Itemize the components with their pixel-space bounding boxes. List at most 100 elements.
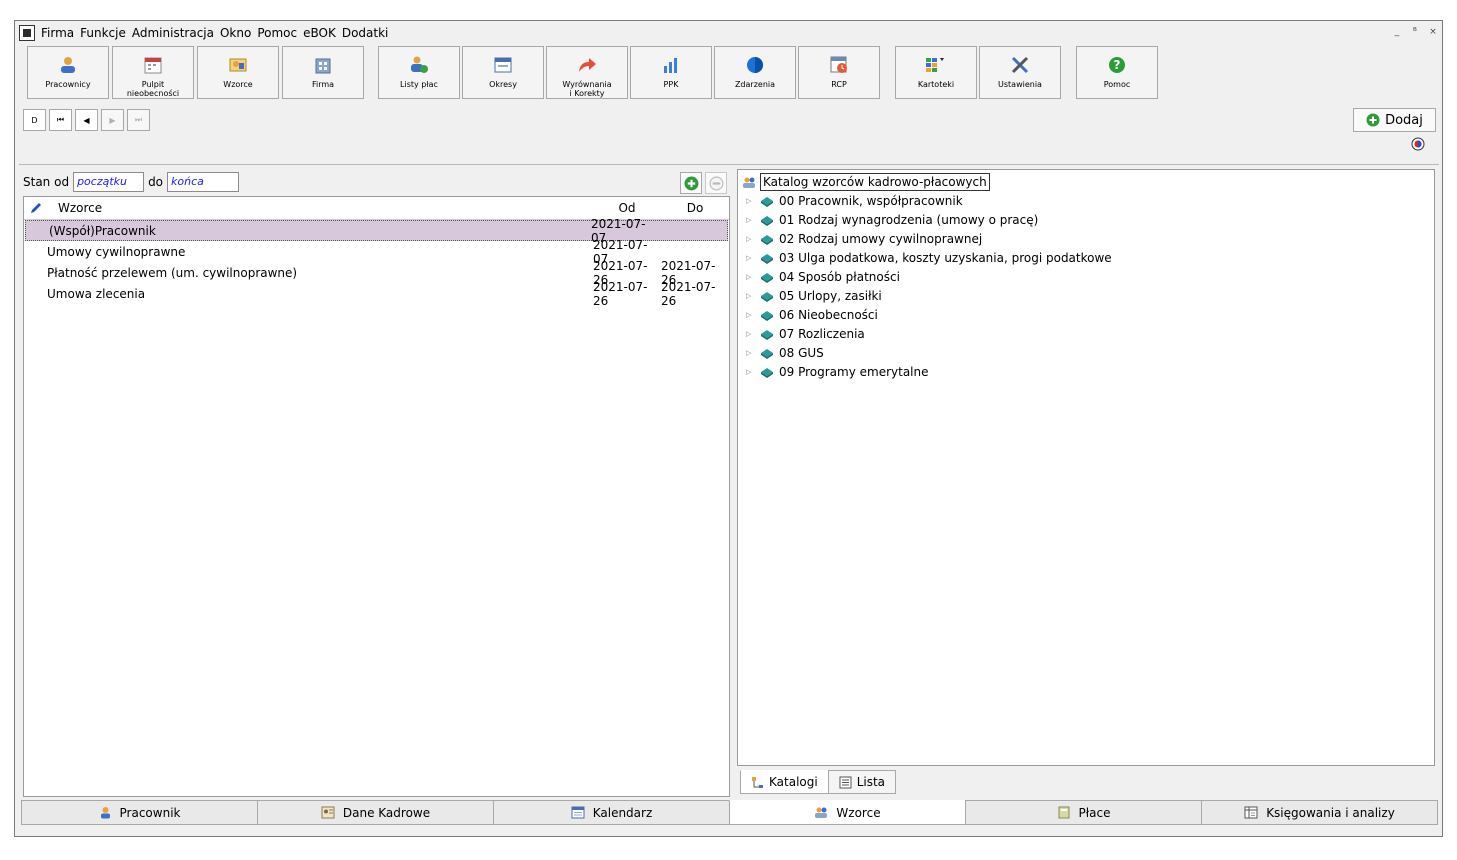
expand-arrow-icon[interactable]: ▷ — [746, 349, 760, 357]
toolbar-pulpit-button[interactable]: Pulpit nieobecności — [112, 46, 194, 99]
menu-pomoc[interactable]: Pomoc — [257, 26, 297, 40]
toolbar-label: PPK — [663, 80, 679, 89]
menu-dodatki[interactable]: Dodatki — [342, 26, 389, 40]
toolbar-label: Pomoc — [1103, 80, 1131, 89]
toolbar-label: Okresy — [489, 80, 517, 89]
toolbar-listy-plac-button[interactable]: Listy płac — [378, 46, 460, 99]
toolbar-pomoc-button[interactable]: ? Pomoc — [1076, 46, 1158, 99]
tree-item[interactable]: ▷ 03 Ulga podatkowa, koszty uzyskania, p… — [746, 248, 1112, 267]
nav-first-button[interactable]: ⏮ — [49, 109, 72, 131]
table-row[interactable]: Umowa zlecenia 2021-07-26 2021-07-26 — [24, 280, 729, 308]
tree-item[interactable]: ▷ 06 Nieobecności — [746, 305, 878, 324]
book-icon — [761, 329, 773, 340]
add-button[interactable]: Dodaj — [1353, 108, 1436, 132]
main-toolbar: Pracownicy Pulpit nieobecności Wzorce Fi… — [27, 46, 1227, 100]
toolbar-ppk-button[interactable]: PPK — [630, 46, 712, 99]
toolbar-rcp-button[interactable]: RCP — [798, 46, 880, 99]
expand-arrow-icon[interactable]: ▷ — [746, 216, 760, 224]
nav-last-button[interactable]: ⏭ — [127, 109, 150, 131]
book-icon — [761, 310, 773, 321]
payroll-icon — [408, 54, 430, 76]
expand-arrow-icon[interactable]: ▷ — [746, 311, 760, 319]
catalog-view-tabs: Katalogi Lista — [740, 770, 897, 794]
menu-administracja[interactable]: Administracja — [132, 26, 214, 40]
calculator-icon — [1058, 806, 1069, 819]
toolbar-label: Listy płac — [400, 80, 438, 89]
tab-lista[interactable]: Lista — [827, 770, 897, 794]
toolbar-kartoteki-button[interactable]: Kartoteki — [895, 46, 977, 99]
app-logo-icon[interactable] — [19, 25, 35, 41]
tab-ksiegowania[interactable]: Księgowania i analizy — [1201, 800, 1438, 825]
tab-kalendarz[interactable]: Kalendarz — [493, 800, 730, 825]
toolbar-ustawienia-button[interactable]: Ustawienia — [979, 46, 1061, 99]
people-icon — [743, 177, 755, 188]
tree-item-label: 09 Programy emerytalne — [779, 364, 929, 379]
minimize-button[interactable]: _ — [1392, 27, 1402, 37]
bar-chart-icon — [660, 54, 682, 76]
menu-funkcje[interactable]: Funkcje — [80, 26, 126, 40]
nav-prev-button[interactable]: ◀ — [75, 109, 98, 131]
tab-lista-label: Lista — [856, 775, 886, 789]
tree-item[interactable]: ▷ 02 Rodzaj umowy cywilnoprawnej — [746, 229, 982, 248]
column-header-do[interactable]: Do — [661, 201, 729, 215]
toolbar-firma-button[interactable]: Firma — [282, 46, 364, 99]
column-header-od[interactable]: Od — [593, 201, 661, 215]
toolbar-pracownicy-button[interactable]: Pracownicy — [27, 46, 109, 99]
tree-root-label: Katalog wzorców kadrowo-płacowych — [760, 172, 990, 191]
toolbar-wyrownania-button[interactable]: Wyrównania i Korekty — [546, 46, 628, 99]
tree-item-label: 03 Ulga podatkowa, koszty uzyskania, pro… — [779, 250, 1112, 265]
tab-katalogi[interactable]: Katalogi — [740, 770, 829, 794]
building-icon — [312, 54, 334, 76]
nav-toggle-button[interactable]: D — [23, 109, 46, 131]
menu-okno[interactable]: Okno — [220, 26, 251, 40]
tree-item[interactable]: ▷ 01 Rodzaj wynagrodzenia (umowy o pracę… — [746, 210, 1038, 229]
menu-firma[interactable]: Firma — [41, 26, 74, 40]
tree-item[interactable]: ▷ 07 Rozliczenia — [746, 324, 865, 343]
add-button-label: Dodaj — [1385, 112, 1423, 128]
close-button[interactable]: × — [1428, 27, 1438, 37]
expand-arrow-icon[interactable]: ▷ — [746, 254, 760, 262]
tree-item[interactable]: ▷ 00 Pracownik, współpracownik — [746, 191, 963, 210]
toolbar-wzorce-button[interactable]: Wzorce — [197, 46, 279, 99]
tree-item[interactable]: ▷ 09 Programy emerytalne — [746, 362, 929, 381]
minus-circle-icon — [709, 176, 723, 190]
tree-item[interactable]: ▷ 08 GUS — [746, 343, 824, 362]
toolbar-label: Ustawienia — [998, 80, 1042, 89]
toolbar-zdarzenia-button[interactable]: Zdarzenia — [714, 46, 796, 99]
tab-katalogi-label: Katalogi — [769, 775, 818, 789]
remove-template-button[interactable] — [705, 172, 727, 194]
expand-arrow-icon[interactable]: ▷ — [746, 368, 760, 376]
tools-icon — [1009, 54, 1031, 76]
tab-pracownik[interactable]: Pracownik — [21, 800, 258, 825]
window-controls: _ ᴮ × — [1392, 27, 1438, 37]
compass-icon[interactable] — [1411, 137, 1425, 151]
nav-next-button[interactable]: ▶ — [101, 109, 124, 131]
column-header-name[interactable]: Wzorce — [48, 201, 593, 215]
tree-item-label: 02 Rodzaj umowy cywilnoprawnej — [779, 231, 983, 246]
tab-place-label: Płace — [1078, 805, 1111, 820]
tree-item[interactable]: ▷ 05 Urlopy, zasiłki — [746, 286, 882, 305]
help-icon: ? — [1106, 54, 1128, 76]
add-template-button[interactable] — [680, 172, 702, 194]
toolbar-separator — [19, 164, 1439, 165]
expand-arrow-icon[interactable]: ▷ — [746, 235, 760, 243]
tab-wzorce[interactable]: Wzorce — [729, 800, 966, 825]
expand-arrow-icon[interactable]: ▷ — [746, 197, 760, 205]
expand-arrow-icon[interactable]: ▷ — [746, 330, 760, 338]
filter-from-field[interactable]: początku — [73, 172, 145, 192]
tree-item-label: 04 Sposób płatności — [779, 269, 900, 284]
tab-dane-kadrowe[interactable]: Dane Kadrowe — [257, 800, 494, 825]
menu-ebok[interactable]: eBOK — [303, 26, 336, 40]
tree-item[interactable]: ▷ 04 Sposób płatności — [746, 267, 900, 286]
toolbar-okresy-button[interactable]: Okresy — [462, 46, 544, 99]
restore-button[interactable]: ᴮ — [1410, 27, 1420, 37]
expand-arrow-icon[interactable]: ▷ — [746, 273, 760, 281]
tab-wzorce-label: Wzorce — [836, 805, 881, 820]
window-icon — [492, 54, 514, 76]
expand-arrow-icon[interactable]: ▷ — [746, 292, 760, 300]
tab-place[interactable]: Płace — [965, 800, 1202, 825]
tab-dane-kadrowe-label: Dane Kadrowe — [342, 805, 431, 820]
tree-root[interactable]: Katalog wzorców kadrowo-płacowych — [742, 172, 990, 191]
date-filter: Stan od początku do końca — [23, 172, 243, 192]
filter-to-field[interactable]: końca — [167, 172, 240, 192]
